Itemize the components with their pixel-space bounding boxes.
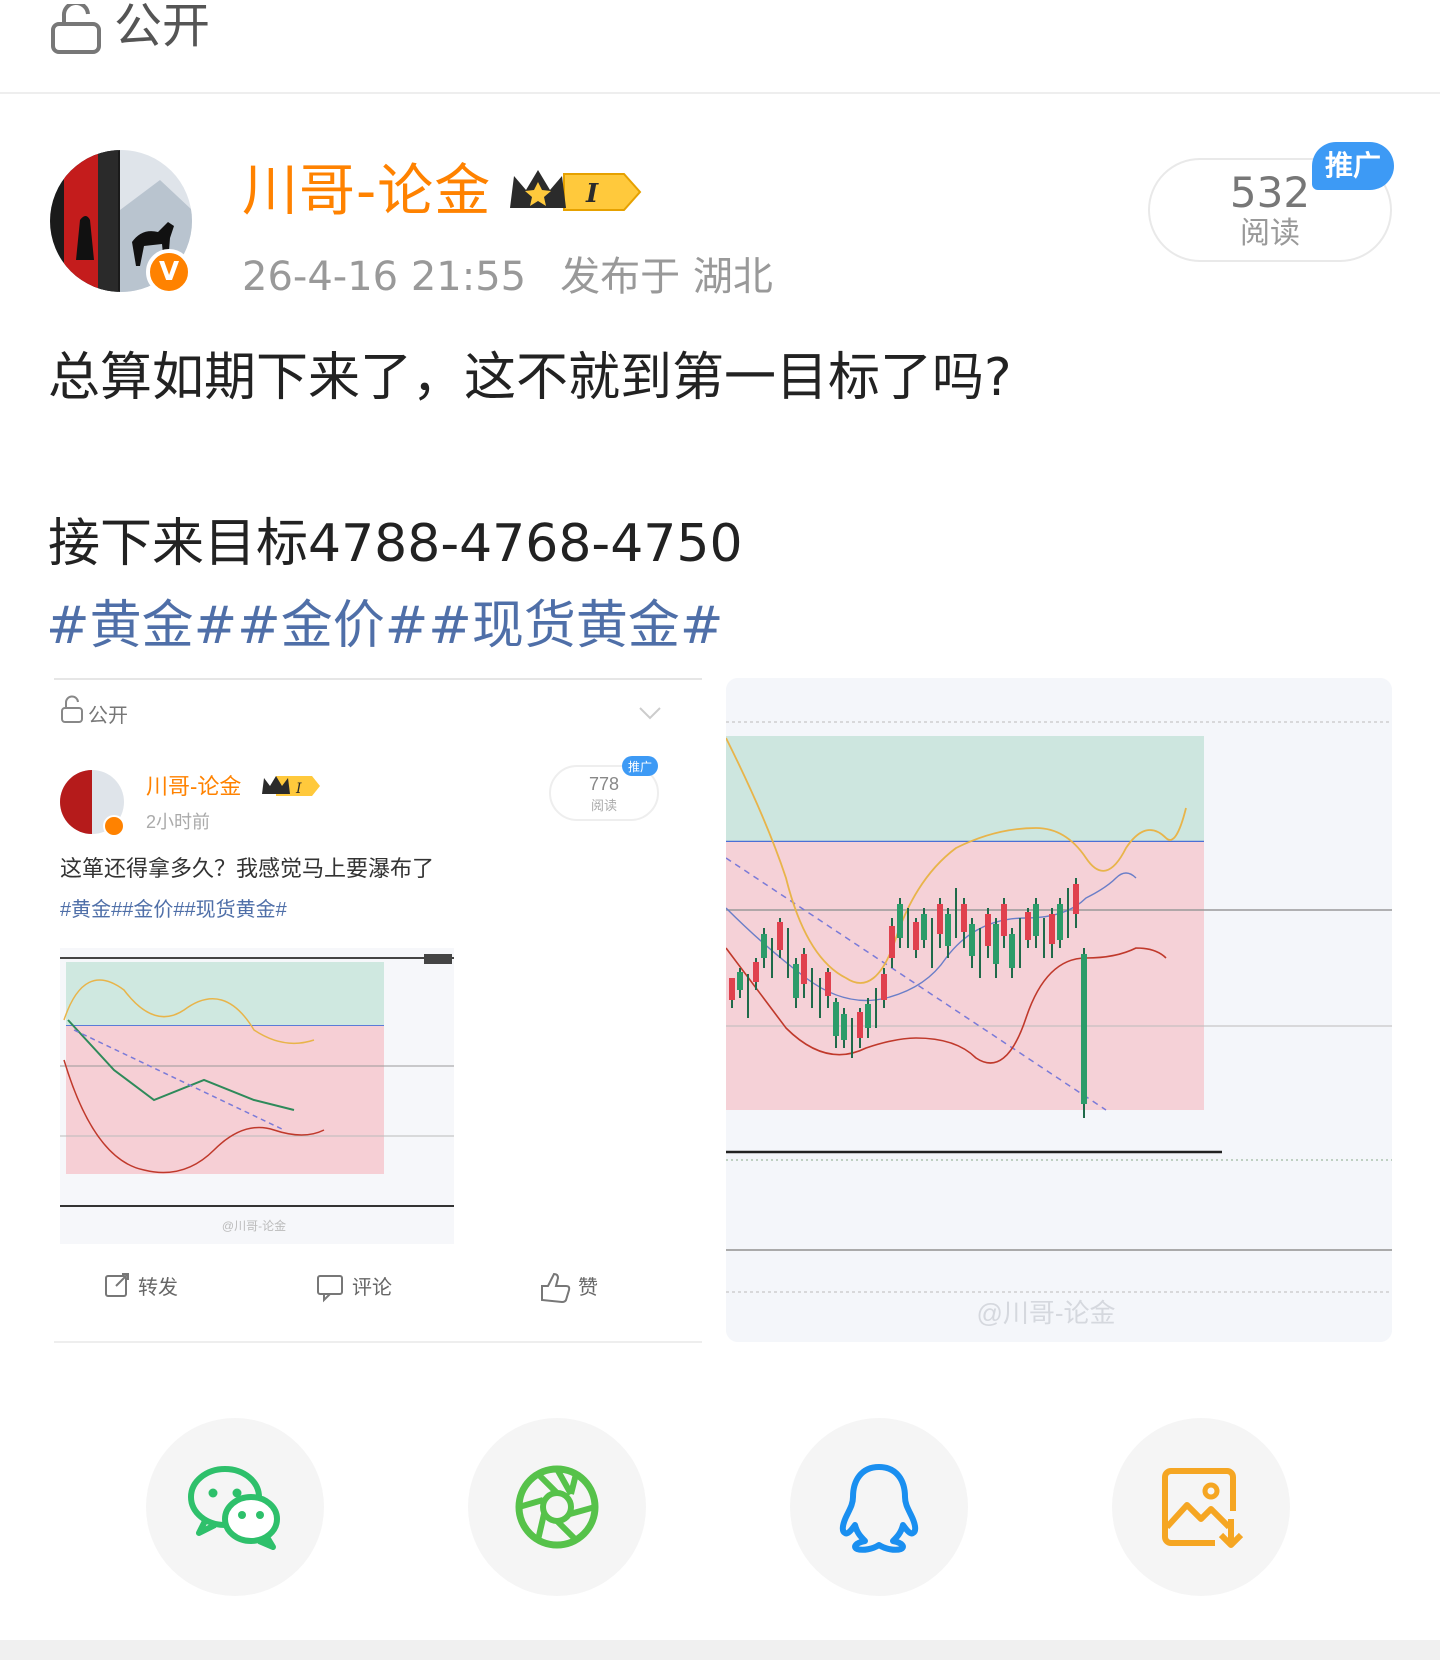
- bottom-divider: [0, 1640, 1440, 1660]
- embedded-chart-image: [60, 948, 454, 1244]
- visibility-label: 公开: [114, 0, 211, 54]
- post-image-left[interactable]: 公开 川哥-论金 I 2小时前 778 阅读 推广 这箪还得拿多久？我感觉马上要…: [54, 678, 702, 1344]
- post-hashtags[interactable]: #黄金##金价##现货黄金#: [46, 594, 723, 658]
- chart-watermark: @川哥-论金: [976, 1298, 1115, 1328]
- read-label: 阅读: [1240, 216, 1300, 251]
- embedded-like-label: 赞: [578, 1276, 598, 1299]
- embedded-avatar: [60, 770, 125, 837]
- share-wechat-button[interactable]: [146, 1418, 324, 1596]
- verified-badge-icon: V: [146, 249, 192, 295]
- embedded-level-text: I: [295, 781, 302, 797]
- promote-badge[interactable]: 推广: [1312, 142, 1394, 190]
- moments-icon: [515, 1465, 599, 1549]
- embedded-comment-label: 评论: [352, 1276, 392, 1299]
- embedded-comment-icon: [317, 1275, 343, 1303]
- post-text-line1: 总算如期下来了，这不就到第一目标了吗?: [48, 348, 1012, 408]
- embedded-like-icon: [541, 1272, 571, 1304]
- qq-icon: [839, 1464, 919, 1553]
- save-image-icon: [1162, 1468, 1244, 1548]
- post-text-line2: 接下来目标4788-4768-4750: [48, 514, 743, 574]
- share-qq-button[interactable]: [790, 1418, 968, 1596]
- embedded-lock-icon: [61, 695, 83, 723]
- embedded-text: 这箪还得拿多久？我感觉马上要瀑布了: [60, 856, 434, 881]
- visibility-bar[interactable]: 公开: [0, 0, 1440, 94]
- member-crown-badge-icon: I: [510, 170, 642, 211]
- svg-text:推广: 推广: [628, 760, 652, 774]
- wechat-icon: [188, 1466, 280, 1550]
- embedded-author: 川哥-论金: [146, 774, 241, 799]
- embedded-read-count: 778: [589, 774, 619, 794]
- embedded-tags: #黄金##金价##现货黄金#: [60, 898, 288, 921]
- share-row: [0, 1418, 1440, 1598]
- embedded-time: 2小时前: [146, 812, 210, 832]
- post-meta: 26-4-16 21:55 发布于 湖北: [242, 250, 773, 304]
- lock-icon: [51, 4, 101, 54]
- post-time: 26-4-16 21:55: [242, 254, 527, 300]
- embedded-repost-icon: [105, 1273, 129, 1297]
- embedded-chart-watermark: @川哥-论金: [222, 1218, 286, 1233]
- author-name[interactable]: 川哥-论金: [242, 158, 491, 226]
- gold-chart-image: @川哥-论金: [726, 678, 1392, 1342]
- embedded-crown-badge-icon: I: [262, 776, 320, 797]
- embedded-read-label: 阅读: [591, 798, 617, 813]
- embedded-chevron-down-icon: [639, 707, 661, 720]
- post-location: 发布于 湖北: [560, 254, 773, 300]
- embedded-visibility: 公开: [88, 705, 128, 727]
- share-save-image-button[interactable]: [1112, 1418, 1290, 1596]
- embedded-repost-label: 转发: [138, 1276, 178, 1299]
- post-image-right[interactable]: @川哥-论金: [726, 678, 1392, 1342]
- share-moments-button[interactable]: [468, 1418, 646, 1596]
- level-badge-text: I: [585, 179, 599, 209]
